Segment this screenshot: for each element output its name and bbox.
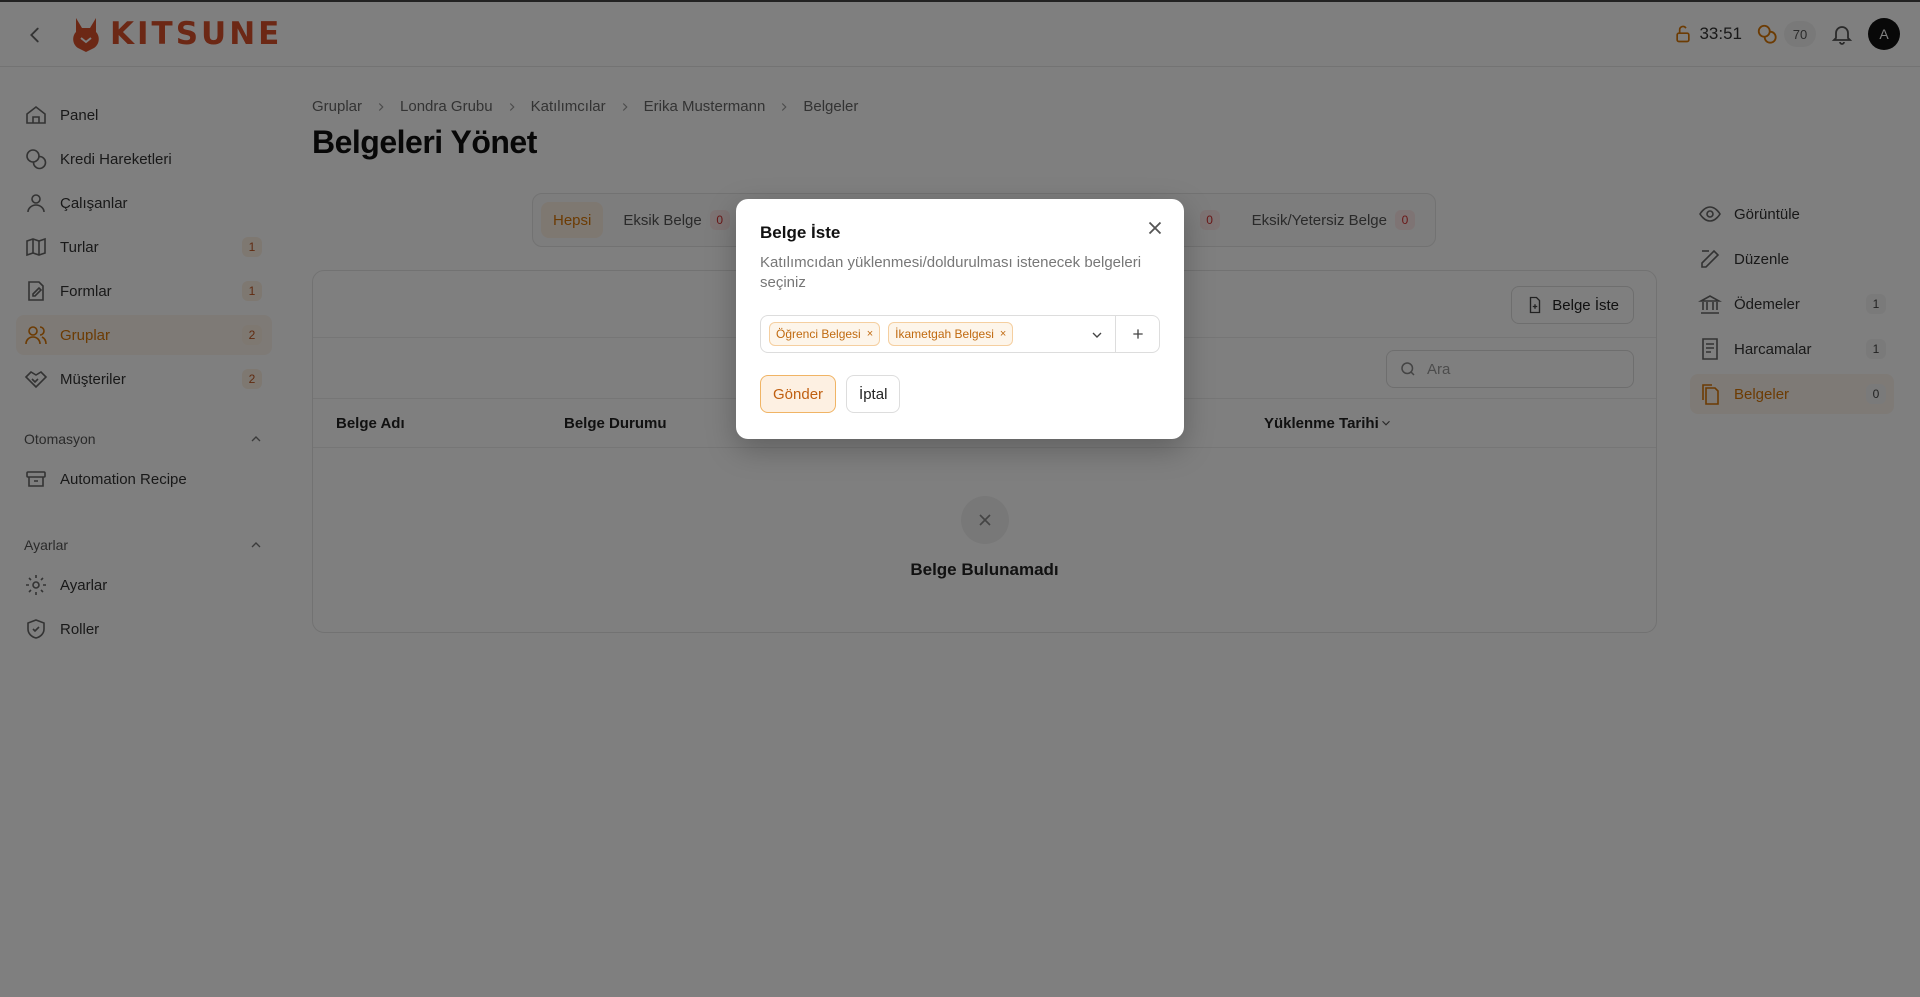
chip-remove-icon[interactable]: × [1000,328,1006,340]
cancel-button[interactable]: İptal [846,375,901,413]
dialog-actions: Gönder İptal [760,375,1160,413]
modal-backdrop[interactable] [0,0,1920,997]
selected-chip: Öğrenci Belgesi × [769,322,881,346]
dialog-title: Belge İste [760,223,841,242]
chip-remove-icon[interactable]: × [867,328,873,340]
request-document-dialog: Belge İste Katılımcıdan yüklenmesi/doldu… [736,199,1184,439]
plus-icon [1132,329,1143,339]
selected-chip: İkametgah Belgesi × [888,322,1014,346]
selected-documents[interactable]: Öğrenci Belgesi × İkametgah Belgesi × [761,316,1115,352]
chip-label: Öğrenci Belgesi [776,327,861,341]
chevron-down-icon[interactable] [1089,327,1105,343]
send-button[interactable]: Gönder [760,375,837,413]
dialog-description: Katılımcıdan yüklenmesi/doldurulması ist… [760,254,1142,291]
document-multiselect[interactable]: Öğrenci Belgesi × İkametgah Belgesi × [760,315,1160,353]
close-icon[interactable] [1144,217,1166,239]
add-document-button[interactable] [1115,316,1159,352]
chip-label: İkametgah Belgesi [895,327,994,341]
